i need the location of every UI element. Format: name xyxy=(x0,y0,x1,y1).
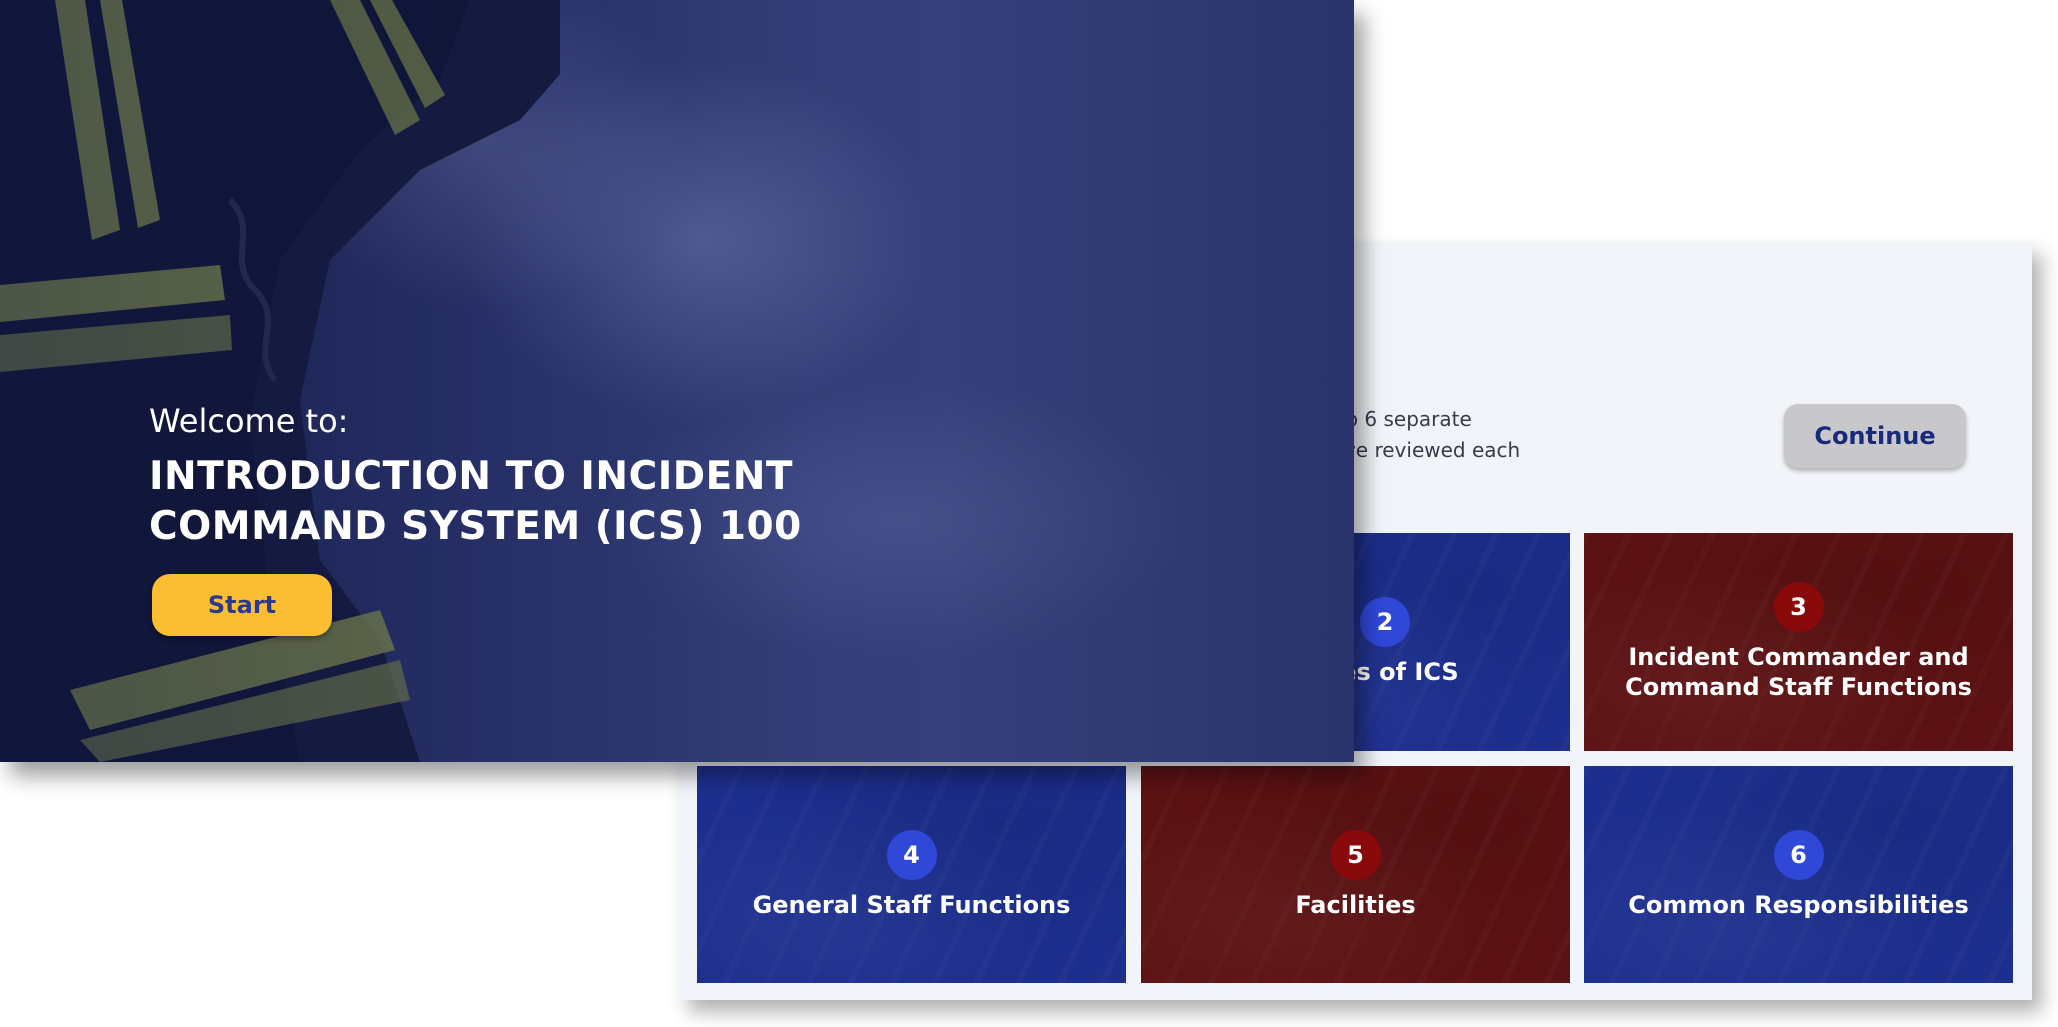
module-title: Common Responsibilities xyxy=(1610,890,1986,920)
module-title-line: Incident Commander and xyxy=(1628,643,1969,671)
start-button[interactable]: Start xyxy=(152,574,332,636)
module-title: General Staff Functions xyxy=(735,890,1089,920)
module-tile-3[interactable]: 3 Incident Commander and Command Staff F… xyxy=(1584,533,2013,751)
hero-color-overlay xyxy=(0,0,1354,762)
module-number-badge: 6 xyxy=(1773,829,1824,880)
course-title-line: INTRODUCTION TO INCIDENT xyxy=(149,454,793,499)
module-tile-6[interactable]: 6 Common Responsibilities xyxy=(1584,766,2013,983)
module-tile-5[interactable]: 5 Facilities xyxy=(1141,766,1570,983)
welcome-label: Welcome to: xyxy=(149,402,349,440)
course-title-line: COMMAND SYSTEM (ICS) 100 xyxy=(149,504,802,549)
module-number-badge: 2 xyxy=(1360,597,1410,647)
module-title-line: Common Responsibilities xyxy=(1628,890,1969,919)
welcome-hero-card: Welcome to: INTRODUCTION TO INCIDENT COM… xyxy=(0,0,1354,762)
module-number-badge: 4 xyxy=(886,829,937,880)
continue-button[interactable]: Continue xyxy=(1784,404,1966,468)
module-number-badge: 5 xyxy=(1330,829,1381,880)
module-tile-4[interactable]: 4 General Staff Functions xyxy=(697,766,1126,983)
module-number-badge: 3 xyxy=(1773,582,1824,632)
course-title: INTRODUCTION TO INCIDENT COMMAND SYSTEM … xyxy=(149,452,969,552)
module-title: Incident Commander and Command Staff Fun… xyxy=(1607,642,1990,702)
module-title: Facilities xyxy=(1277,890,1433,920)
module-title-line: Facilities xyxy=(1295,890,1416,919)
module-title-line: Command Staff Functions xyxy=(1625,673,1972,701)
module-title-line: General Staff Functions xyxy=(752,890,1071,919)
